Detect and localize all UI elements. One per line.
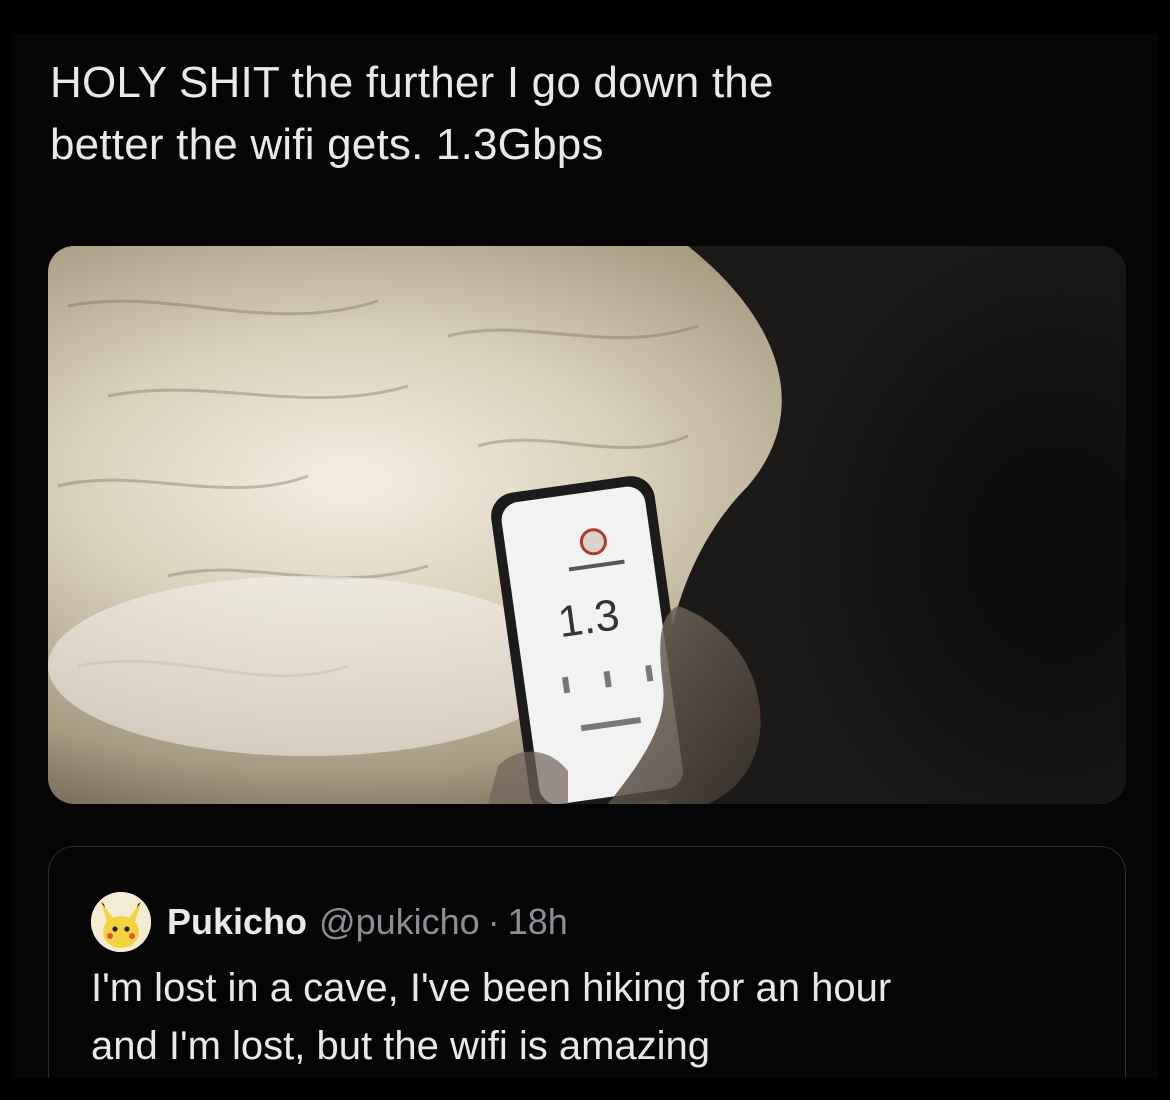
- quoted-tweet-header: Pukicho @pukicho · 18h: [91, 887, 568, 957]
- quoted-display-name[interactable]: Pukicho: [167, 901, 307, 943]
- header-separator: ·: [487, 901, 500, 942]
- cave-phone-photo: 1.3: [48, 246, 1126, 804]
- tweet-media-image[interactable]: 1.3: [48, 246, 1126, 804]
- phone-speed-reading: 1.3: [555, 590, 622, 647]
- quoted-tweet-text: I'm lost in a cave, I've been hiking for…: [91, 966, 892, 1068]
- quoted-handle[interactable]: @pukicho: [319, 901, 480, 943]
- tweet-screenshot: HOLY SHIT the further I go down the bett…: [12, 34, 1158, 1078]
- quoted-tweet-card[interactable]: Pukicho @pukicho · 18h I'm lost in a cav…: [48, 846, 1126, 1078]
- tweet-text: HOLY SHIT the further I go down the bett…: [50, 58, 774, 169]
- pikachu-avatar-icon[interactable]: [91, 892, 151, 952]
- quoted-timestamp[interactable]: 18h: [508, 901, 568, 943]
